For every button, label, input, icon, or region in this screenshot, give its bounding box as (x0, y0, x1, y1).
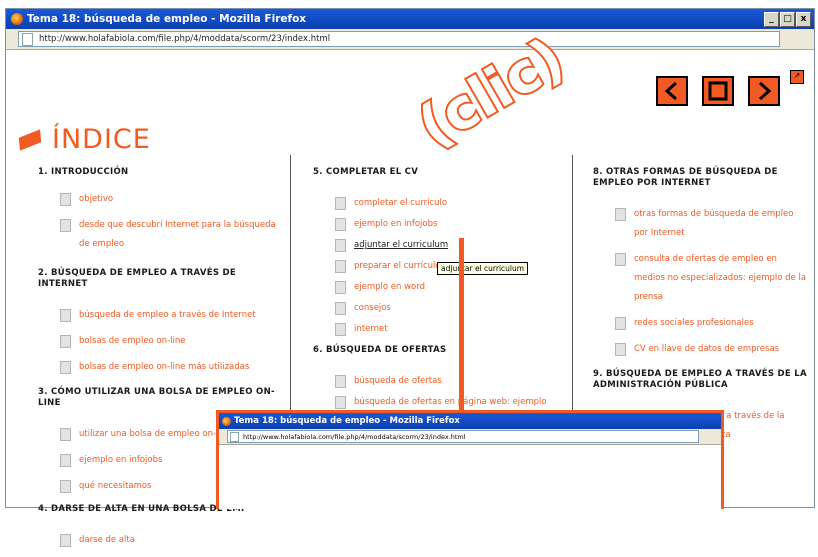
section-title: 3. Cómo utilizar una bolsa de empleo on-… (38, 387, 275, 408)
popup-icon[interactable]: ↗ (790, 70, 804, 84)
popup-url-field[interactable]: http://www.holafabiola.com/file.php/4/mo… (227, 430, 699, 443)
section-title: 1. Introducción (38, 167, 129, 177)
document-icon (60, 454, 71, 467)
menu-item[interactable]: búsqueda de empleo a través de Internet (60, 306, 283, 325)
maximize-button[interactable]: □ (780, 11, 795, 27)
menu-item[interactable]: CV en llave de datos de empresas (615, 340, 808, 359)
document-icon (60, 480, 71, 493)
document-icon (615, 317, 626, 330)
document-icon (335, 218, 346, 231)
section-title: 5. Completar el CV (313, 167, 419, 177)
column-divider (290, 155, 291, 415)
document-icon (615, 343, 626, 356)
popup-address-bar: http://www.holafabiola.com/file.php/4/mo… (219, 429, 721, 445)
close-button[interactable]: x (796, 11, 811, 27)
document-icon (615, 253, 626, 266)
stop-button[interactable] (702, 76, 734, 106)
square-icon (708, 81, 728, 101)
menu-item[interactable]: darse de alta (60, 531, 283, 550)
column-2: 5. Completar el CV completar el currícul… (313, 167, 563, 414)
page-icon (22, 32, 33, 46)
popup-window: Tema 18: búsqueda de empleo - Mozilla Fi… (216, 410, 724, 509)
callout-connector (459, 238, 464, 410)
menu-item[interactable]: búsqueda de ofertas (335, 372, 563, 391)
window-title: Tema 18: búsqueda de empleo - Mozilla Fi… (27, 13, 307, 25)
arrow-right-icon (759, 81, 772, 101)
popup-title: Tema 18: búsqueda de empleo - Mozilla Fi… (234, 416, 460, 426)
menu-item[interactable]: internet (335, 320, 563, 339)
document-icon (60, 309, 71, 322)
section-title: 6. Búsqueda de ofertas (313, 345, 447, 355)
menu-item[interactable]: ejemplo en word (335, 278, 563, 297)
document-icon (335, 323, 346, 336)
menu-item[interactable]: consejos (335, 299, 563, 318)
url-field[interactable]: http://www.holafabiola.com/file.php/4/mo… (18, 31, 780, 47)
index-heading: ÍNDICE (18, 124, 151, 155)
diamond-icon (18, 128, 42, 151)
document-icon (335, 281, 346, 294)
document-icon (60, 193, 71, 206)
menu-item[interactable]: consulta de ofertas de empleo en medios … (615, 250, 808, 307)
column-divider (572, 155, 573, 415)
page-title: ÍNDICE (52, 124, 151, 155)
tooltip: adjuntar el curriculum (437, 262, 529, 275)
section-title: 9. Búsqueda de empleo a través de la Adm… (593, 369, 807, 390)
menu-item[interactable]: ejemplo en infojobs (335, 215, 563, 234)
popup-url-text: http://www.holafabiola.com/file.php/4/mo… (243, 432, 466, 441)
firefox-icon (222, 416, 231, 426)
section-title: 8. Otras formas de búsqueda de empleo po… (593, 167, 778, 188)
prev-button[interactable] (656, 76, 688, 106)
title-bar: Tema 18: búsqueda de empleo - Mozilla Fi… (6, 9, 814, 29)
next-button[interactable] (748, 76, 780, 106)
menu-item[interactable]: otras formas de búsqueda de empleo por I… (615, 205, 808, 243)
document-icon (335, 239, 346, 252)
firefox-icon (11, 13, 23, 25)
document-icon (335, 375, 346, 388)
document-icon (60, 534, 71, 547)
document-icon (60, 361, 71, 374)
menu-item[interactable]: completar el currículo (335, 194, 563, 213)
menu-item[interactable]: bolsas de empleo on-line (60, 332, 283, 351)
address-bar: http://www.holafabiola.com/file.php/4/mo… (6, 29, 814, 50)
document-icon (335, 197, 346, 210)
page-icon (230, 431, 239, 442)
document-icon (60, 335, 71, 348)
document-icon (335, 260, 346, 273)
document-icon (335, 396, 346, 409)
document-icon (615, 208, 626, 221)
menu-item[interactable]: desde que descubrí Internet para la búsq… (60, 216, 283, 254)
arrow-left-icon (664, 81, 677, 101)
url-text: http://www.holafabiola.com/file.php/4/mo… (39, 34, 331, 44)
section-title: 2. Búsqueda de empleo a través de Intern… (38, 268, 236, 289)
document-icon (60, 428, 71, 441)
document-icon (60, 219, 71, 232)
menu-item[interactable]: bolsas de empleo on-line más utilizadas (60, 358, 283, 377)
document-icon (335, 302, 346, 315)
menu-item[interactable]: redes sociales profesionales (615, 314, 808, 333)
menu-item-hovered[interactable]: adjuntar el curriculum (335, 236, 563, 255)
menu-item[interactable]: objetivo (60, 190, 283, 209)
minimize-button[interactable]: _ (764, 11, 779, 27)
popup-title-bar: Tema 18: búsqueda de empleo - Mozilla Fi… (219, 413, 721, 429)
